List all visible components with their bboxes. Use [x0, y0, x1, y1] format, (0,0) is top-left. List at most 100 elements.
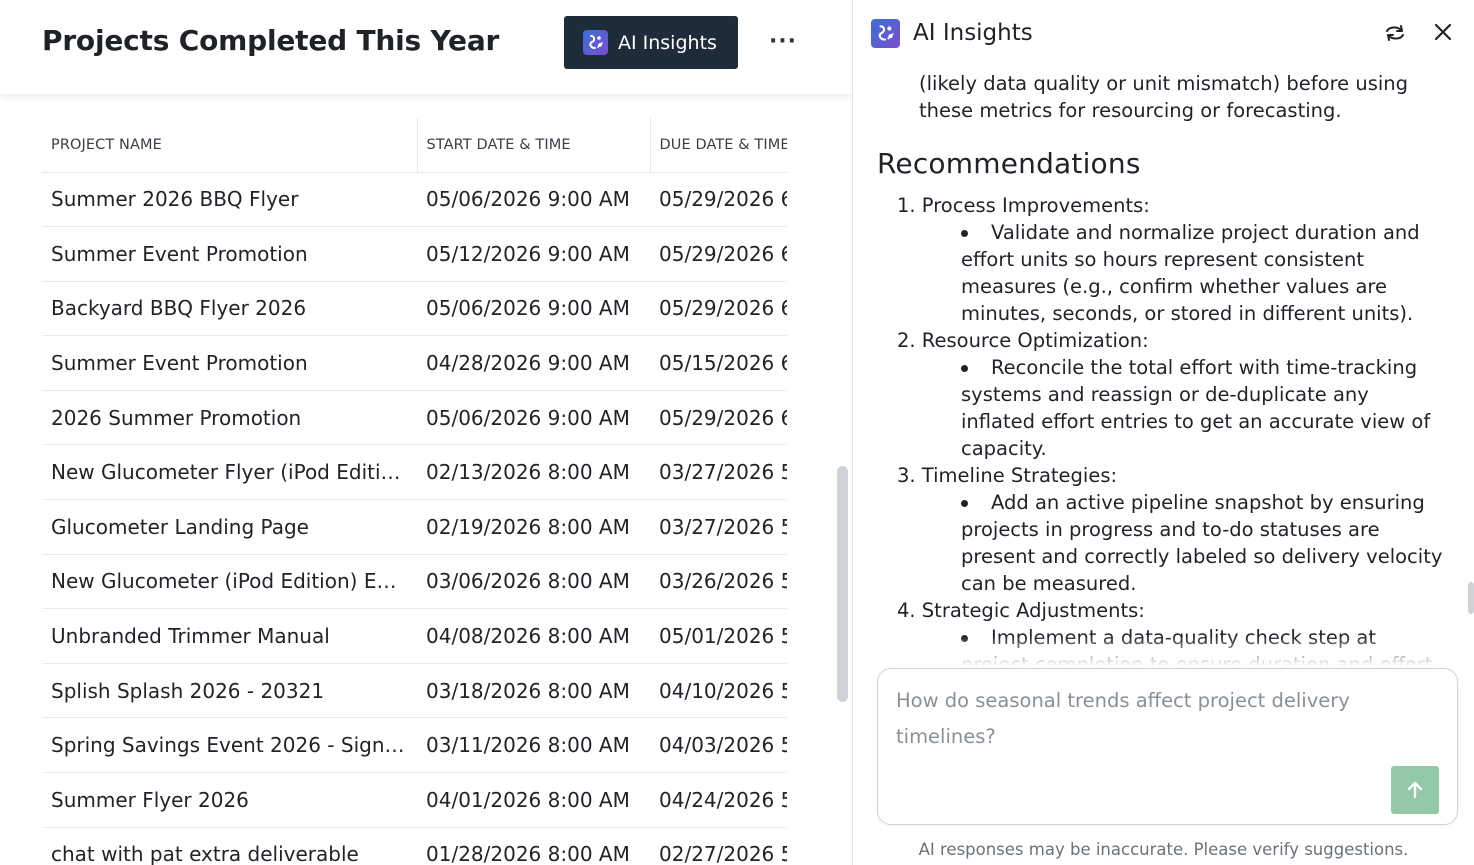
table-row[interactable]: chat with pat extra deliverable 01/28/202…	[42, 827, 787, 865]
recommendation-label: 2. Resource Optimization:	[897, 329, 1149, 352]
recommendation-detail-text: Reconcile the total effort with time-tra…	[961, 356, 1431, 460]
start-date-cell: 01/28/2026 8:00 AM	[417, 827, 650, 865]
table-row[interactable]: Summer 2026 BBQ Flyer 05/06/2026 9:00 AM 0…	[42, 172, 787, 228]
project-name-cell: Backyard BBQ Flyer 2026	[42, 281, 417, 337]
bullet-icon	[961, 500, 968, 507]
recommendation-label: 1. Process Improvements:	[897, 194, 1150, 217]
start-date-cell: 04/28/2026 9:00 AM	[417, 335, 650, 391]
start-date-cell: 02/19/2026 8:00 AM	[417, 499, 650, 555]
bullet-icon	[961, 230, 968, 237]
start-date-cell: 03/18/2026 8:00 AM	[417, 663, 650, 719]
table-row[interactable]: Summer Flyer 2026 04/01/2026 8:00 AM 04/24…	[42, 772, 787, 828]
ai-insights-panel-title: AI Insights	[913, 20, 1033, 46]
projects-header: Projects Completed This Year AI Insights…	[0, 0, 852, 94]
recommendation-item: 3. Timeline Strategies: Add an active pip…	[897, 462, 1447, 597]
projects-table-container: PROJECT NAME START DATE & TIME DUE DATE …	[42, 118, 787, 865]
table-header-row: PROJECT NAME START DATE & TIME DUE DATE …	[42, 118, 787, 173]
project-name-cell: Spring Savings Event 2026 - Signage Upda…	[42, 717, 417, 774]
table-row[interactable]: New Glucometer Flyer (iPod Edition) 02/13…	[42, 444, 787, 501]
project-name-cell: Summer Event Promotion	[42, 335, 417, 391]
ai-insights-button[interactable]: AI Insights	[564, 16, 738, 69]
table-row[interactable]: Glucometer Landing Page 02/19/2026 8:00 A…	[42, 499, 787, 555]
insights-scrollbar[interactable]	[1468, 582, 1474, 614]
arrow-up-icon	[1407, 781, 1423, 799]
recommendations-list: 1. Process Improvements: Validate and nor…	[877, 192, 1447, 666]
start-date-cell: 05/06/2026 9:00 AM	[417, 281, 650, 337]
content-fade	[877, 636, 1447, 666]
start-date-cell: 04/01/2026 8:00 AM	[417, 772, 650, 828]
table-row[interactable]: Splish Splash 2026 - 20321 03/18/2026 8:0…	[42, 663, 787, 719]
recommendation-detail: Reconcile the total effort with time-tra…	[897, 354, 1447, 462]
more-horizontal-icon: ···	[768, 28, 798, 54]
start-date-cell: 04/08/2026 8:00 AM	[417, 608, 650, 664]
project-name-cell: Summer 2026 BBQ Flyer	[42, 172, 417, 228]
project-name-cell: chat with pat extra deliverable	[42, 827, 417, 865]
bullet-icon	[961, 365, 968, 372]
due-date-cell: 05/01/2026 5:	[650, 608, 787, 664]
project-name-cell: Summer Flyer 2026	[42, 772, 417, 828]
start-date-cell: 05/12/2026 9:00 AM	[417, 226, 650, 282]
insights-intro-text: (likely data quality or unit mismatch) b…	[919, 72, 1409, 122]
more-options-button[interactable]: ···	[766, 26, 800, 56]
recommendation-detail: Add an active pipeline snapshot by ensur…	[897, 489, 1447, 597]
swap-refresh-button[interactable]	[1383, 22, 1407, 44]
due-date-cell: 03/27/2026 5:	[650, 444, 787, 501]
close-panel-button[interactable]	[1431, 20, 1455, 44]
start-date-cell: 03/06/2026 8:00 AM	[417, 554, 650, 610]
recommendation-detail-text: Validate and normalize project duration …	[961, 221, 1420, 325]
recommendation-item: 1. Process Improvements: Validate and nor…	[897, 192, 1447, 327]
table-row[interactable]: New Glucometer (iPod Edition) Email 03/06…	[42, 554, 787, 610]
project-name-cell: New Glucometer (iPod Edition) Email	[42, 554, 417, 610]
due-date-cell: 02/27/2026 5:	[650, 827, 787, 865]
table-row[interactable]: Spring Savings Event 2026 - Signage Upda…	[42, 717, 787, 774]
start-date-cell: 05/06/2026 9:00 AM	[417, 172, 650, 228]
send-button[interactable]	[1391, 766, 1439, 814]
due-date-cell: 05/29/2026 6:	[650, 390, 787, 446]
due-date-cell: 05/29/2026 6:	[650, 226, 787, 282]
due-date-cell: 03/26/2026 5:	[650, 554, 787, 610]
column-header-start-date[interactable]: START DATE & TIME	[416, 118, 650, 173]
table-row[interactable]: Summer Event Promotion 04/28/2026 9:00 AM…	[42, 335, 787, 391]
start-date-cell: 02/13/2026 8:00 AM	[417, 444, 650, 501]
table-row[interactable]: Backyard BBQ Flyer 2026 05/06/2026 9:00 A…	[42, 281, 787, 337]
recommendations-heading: Recommendations	[877, 147, 1141, 180]
chat-input[interactable]	[896, 683, 1376, 763]
column-header-due-date[interactable]: DUE DATE & TIME	[649, 118, 787, 173]
due-date-cell: 03/27/2026 5:	[650, 499, 787, 555]
project-name-cell: New Glucometer Flyer (iPod Edition)	[42, 444, 417, 501]
due-date-cell: 05/15/2026 6:	[650, 335, 787, 391]
ai-insights-panel-header: AI Insights	[871, 18, 1033, 48]
close-icon	[1434, 23, 1452, 41]
page-title: Projects Completed This Year	[42, 24, 500, 57]
project-name-cell: Splish Splash 2026 - 20321	[42, 663, 417, 719]
table-row[interactable]: Summer Event Promotion 05/12/2026 9:00 AM…	[42, 226, 787, 282]
table-row[interactable]: 2026 Summer Promotion 05/06/2026 9:00 AM 0…	[42, 390, 787, 446]
ai-insights-logo-icon	[871, 18, 900, 48]
ai-insights-panel: AI Insights (likely data quality or unit…	[853, 0, 1474, 865]
due-date-cell: 04/03/2026 5:	[650, 717, 787, 774]
due-date-cell: 04/24/2026 5:	[650, 772, 787, 828]
start-date-cell: 03/11/2026 8:00 AM	[417, 717, 650, 774]
start-date-cell: 05/06/2026 9:00 AM	[417, 390, 650, 446]
ai-insights-content: (likely data quality or unit mismatch) b…	[877, 70, 1447, 666]
column-header-project-name[interactable]: PROJECT NAME	[42, 118, 417, 173]
ai-insights-button-label: AI Insights	[618, 31, 717, 54]
recommendation-label: 4. Strategic Adjustments:	[897, 599, 1145, 622]
due-date-cell: 05/29/2026 6:	[650, 281, 787, 337]
recommendation-item: 2. Resource Optimization: Reconcile the t…	[897, 327, 1447, 462]
table-scrollbar[interactable]	[837, 466, 848, 702]
swap-refresh-icon	[1386, 25, 1404, 41]
project-name-cell: Glucometer Landing Page	[42, 499, 417, 555]
chat-input-box	[877, 668, 1458, 825]
recommendation-detail: Validate and normalize project duration …	[897, 219, 1447, 327]
due-date-cell: 05/29/2026 6:	[650, 172, 787, 228]
project-name-cell: Unbranded Trimmer Manual	[42, 608, 417, 664]
due-date-cell: 04/10/2026 5:	[650, 663, 787, 719]
table-body: Summer 2026 BBQ Flyer 05/06/2026 9:00 AM 0…	[42, 172, 787, 865]
projects-table: PROJECT NAME START DATE & TIME DUE DATE …	[42, 118, 787, 865]
recommendation-detail-text: Add an active pipeline snapshot by ensur…	[961, 491, 1443, 595]
projects-panel: Projects Completed This Year AI Insights…	[0, 0, 852, 865]
project-name-cell: 2026 Summer Promotion	[42, 390, 417, 446]
table-row[interactable]: Unbranded Trimmer Manual 04/08/2026 8:00 …	[42, 608, 787, 664]
recommendation-label: 3. Timeline Strategies:	[897, 464, 1118, 487]
